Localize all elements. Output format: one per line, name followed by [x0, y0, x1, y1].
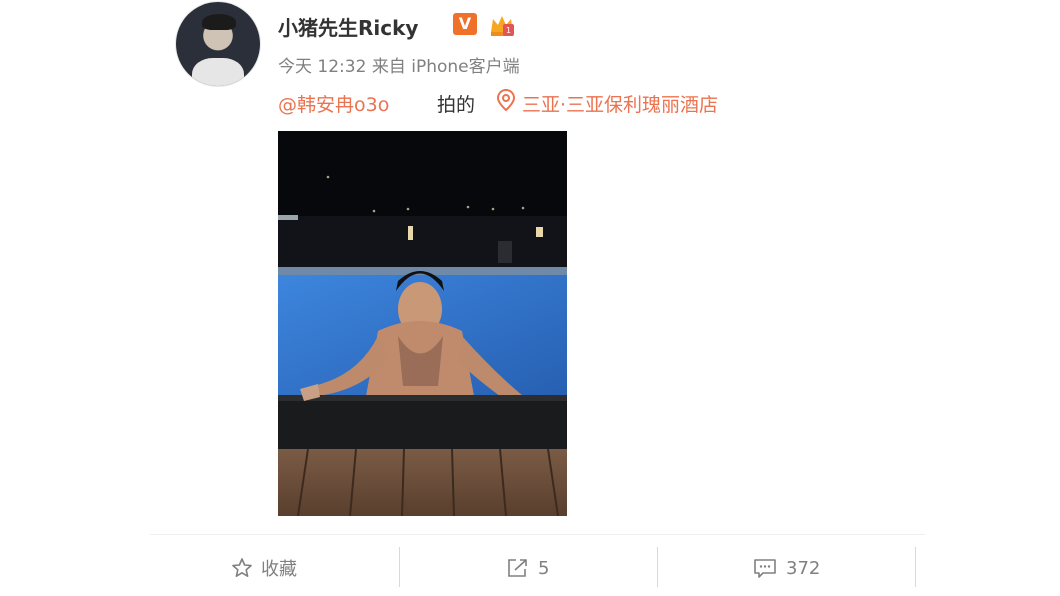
share-icon [508, 559, 527, 577]
post-photo[interactable] [278, 131, 567, 516]
comment-icon [754, 559, 776, 578]
action-separator [399, 547, 400, 587]
action-separator [915, 547, 916, 587]
favorite-label: 收藏 [261, 559, 297, 580]
username[interactable]: 小猪先生Ricky [278, 12, 418, 41]
avatar-shirt [192, 58, 244, 86]
comment-count: 372 [786, 557, 821, 579]
location-pin-icon [496, 88, 516, 112]
verified-v-icon[interactable]: V [453, 13, 477, 35]
svg-text:1: 1 [506, 26, 511, 35]
repost-count: 5 [538, 557, 550, 579]
post-source: 来自 iPhone客户端 [371, 57, 520, 77]
location-link[interactable]: 三亚·三亚保利瑰丽酒店 [522, 90, 718, 117]
post-meta: 今天 12:32 来自 iPhone客户端 [278, 52, 520, 77]
repost-button[interactable]: 5 [506, 555, 549, 581]
action-separator [657, 547, 658, 587]
mention-link[interactable]: @韩安冉o3o [278, 90, 389, 117]
caption-text: 拍的 [437, 94, 476, 116]
avatar-hair [202, 14, 236, 30]
post-time[interactable]: 今天 12:32 [278, 57, 366, 77]
vip-crown-icon[interactable]: 1 [488, 12, 516, 38]
star-icon [232, 558, 252, 577]
comment-button[interactable]: 372 [752, 555, 820, 581]
avatar[interactable] [176, 2, 260, 86]
favorite-button[interactable]: 收藏 [231, 555, 297, 581]
action-bar-divider [150, 534, 925, 535]
